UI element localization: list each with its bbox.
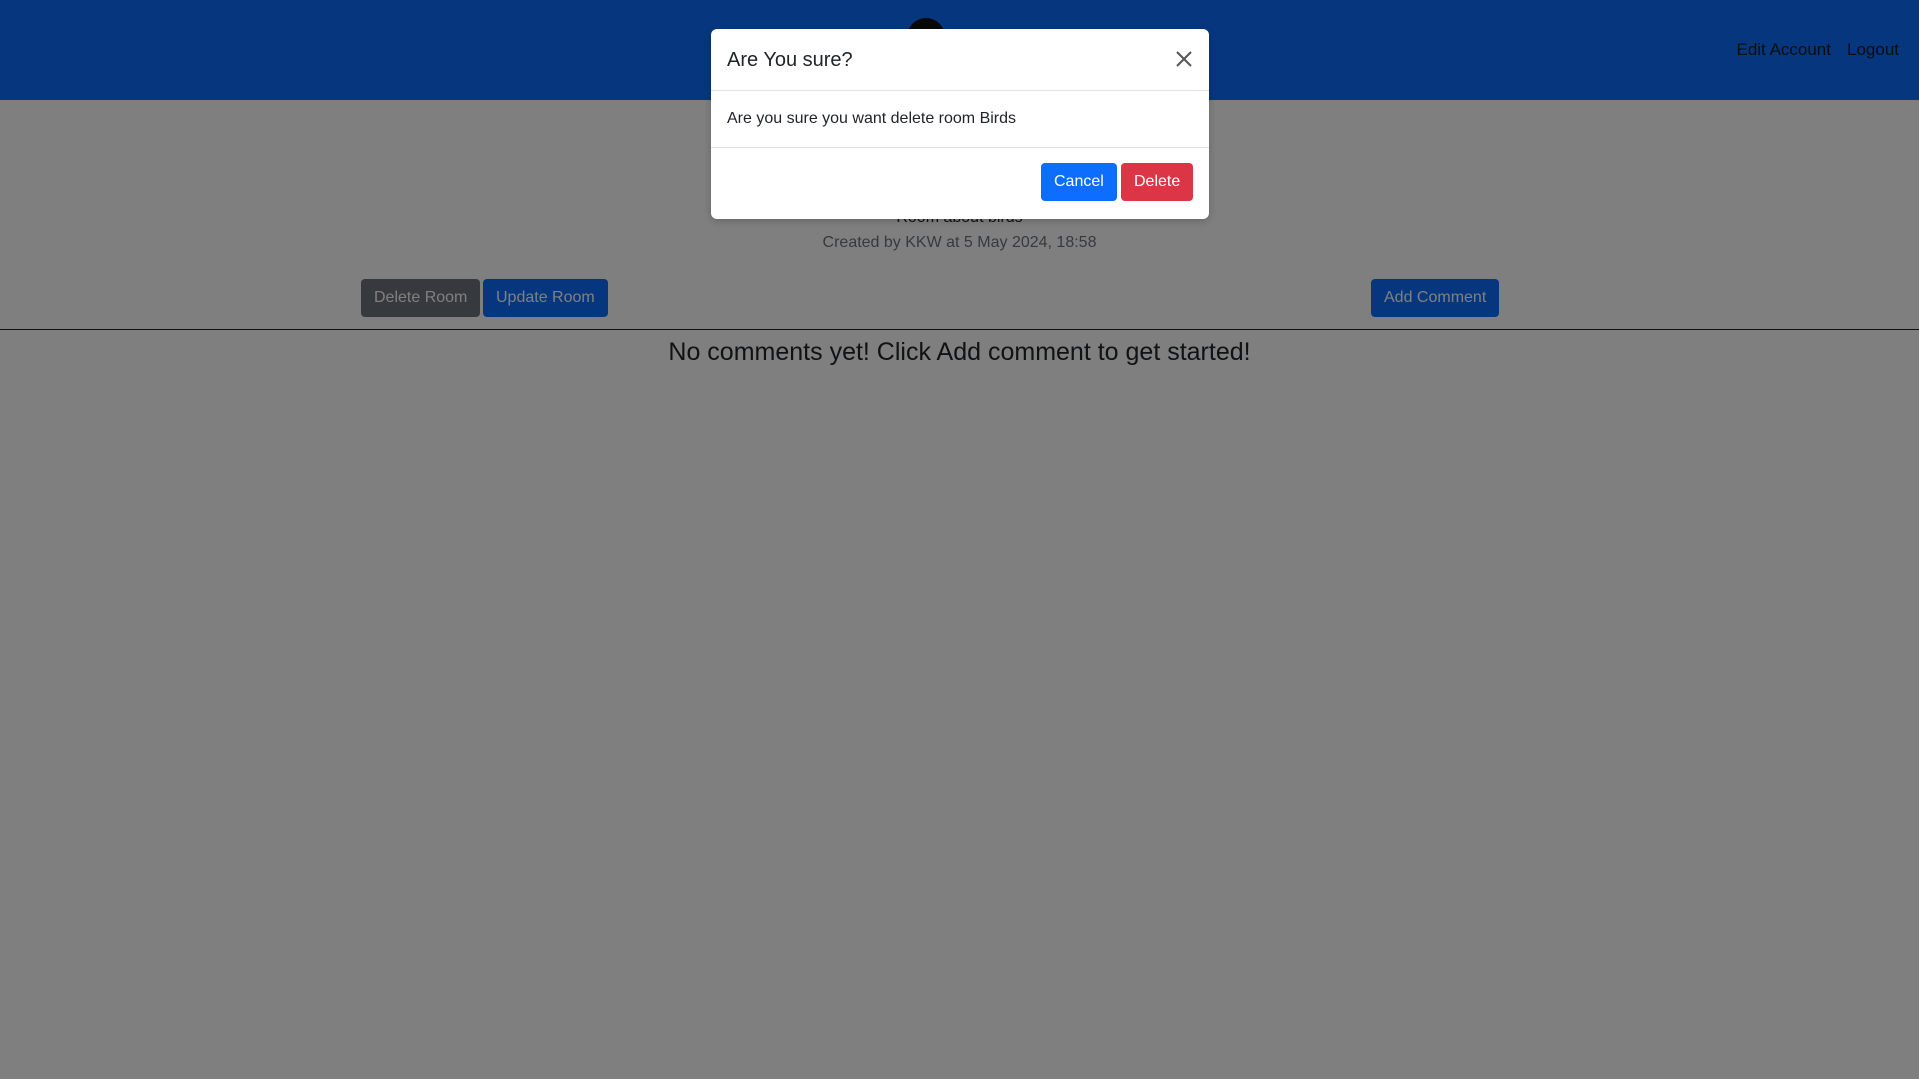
cancel-button[interactable]: Cancel: [1041, 163, 1117, 201]
modal-title: Are You sure?: [727, 49, 853, 71]
modal-body: Are you sure you want delete room Birds: [711, 91, 1209, 148]
confirm-delete-modal: Are You sure? Are you sure you want dele…: [711, 29, 1209, 219]
modal-body-text: Are you sure you want delete room Birds: [727, 110, 1017, 127]
page: Edit Account Logout Room about birds Cre…: [0, 0, 1919, 1079]
delete-button[interactable]: Delete: [1121, 163, 1194, 201]
modal-header: Are You sure?: [711, 29, 1209, 91]
modal-footer: Cancel Delete: [711, 148, 1209, 219]
close-icon[interactable]: [1173, 48, 1195, 70]
